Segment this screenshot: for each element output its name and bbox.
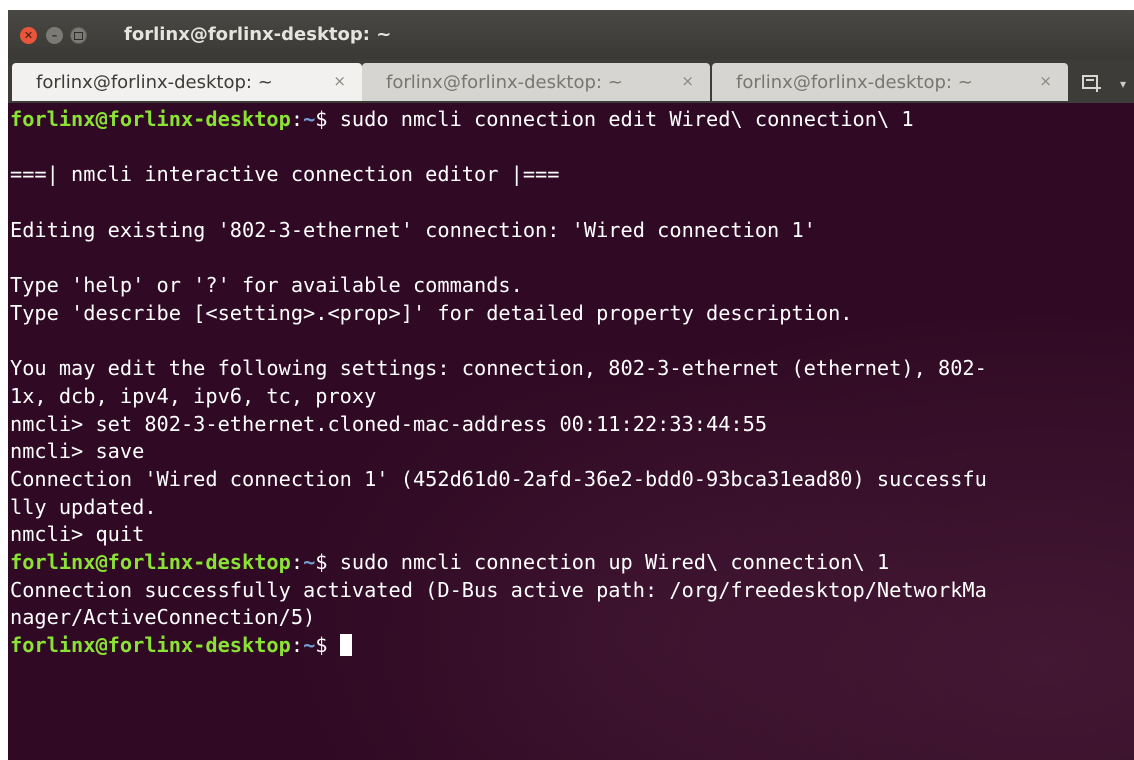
chevron-down-icon: ▾	[1119, 77, 1127, 91]
terminal-line: forlinx@forlinx-desktop:~$	[10, 632, 1132, 660]
output-text: nmcli> set 802-3-ethernet.cloned-mac-add…	[10, 411, 768, 436]
tab-menu-button[interactable]: ▾	[1114, 75, 1132, 93]
prompt-symbol: $	[315, 107, 340, 131]
terminal-line: nmcli> quit	[10, 521, 1132, 549]
tab-bar: forlinx@forlinx-desktop: ~ × forlinx@for…	[8, 59, 1134, 103]
prompt-separator: :	[290, 107, 304, 131]
terminal-line: Connection 'Wired connection 1' (452d61d…	[10, 466, 1132, 494]
prompt-user: forlinx@forlinx-desktop	[10, 633, 291, 658]
terminal-window: ✕ – forlinx@forlinx-desktop: ~ forlinx@f…	[8, 10, 1134, 760]
terminal-line: Type 'describe [<setting>.<prop>]' for d…	[10, 300, 1132, 328]
output-text: Connection 'Wired connection 1' (452d61d…	[10, 466, 987, 491]
command-text: sudo nmcli connection edit Wired\ connec…	[339, 107, 914, 131]
output-text: nager/ActiveConnection/5)	[10, 605, 316, 630]
output-text: Type 'help' or '?' for available command…	[10, 273, 523, 298]
prompt-path: ~	[303, 633, 316, 658]
prompt-path: ~	[303, 107, 316, 131]
output-text: You may edit the following settings: con…	[10, 356, 987, 381]
prompt-separator: :	[290, 550, 304, 574]
terminal-line: Type 'help' or '?' for available command…	[10, 272, 1132, 300]
close-window-button[interactable]: ✕	[20, 27, 37, 44]
tab-3[interactable]: forlinx@forlinx-desktop: ~ ×	[712, 63, 1068, 101]
prompt-separator: :	[290, 633, 304, 658]
minimize-window-button[interactable]: –	[46, 27, 63, 44]
terminal-line: forlinx@forlinx-desktop:~$ sudo nmcli co…	[10, 106, 1132, 134]
output-text: Connection successfully activated (D-Bus…	[10, 577, 987, 602]
prompt-path: ~	[303, 550, 316, 574]
output-text: nmcli> save	[10, 439, 145, 464]
tab-2-close-icon[interactable]: ×	[681, 72, 694, 90]
output-text: lly updated.	[10, 494, 157, 519]
new-tab-icon	[1082, 75, 1101, 92]
terminal-line: Connection successfully activated (D-Bus…	[10, 577, 1132, 605]
new-tab-button[interactable]	[1078, 69, 1106, 97]
maximize-icon	[74, 31, 83, 40]
prompt-user: forlinx@forlinx-desktop	[10, 107, 291, 131]
terminal-line: nmcli> save	[10, 438, 1132, 466]
tab-2[interactable]: forlinx@forlinx-desktop: ~ ×	[362, 63, 710, 101]
terminal-line: nmcli> set 802-3-ethernet.cloned-mac-add…	[10, 411, 1132, 439]
close-icon: ✕	[23, 29, 34, 42]
terminal-line: nager/ActiveConnection/5)	[10, 604, 1132, 632]
terminal-line: ===| nmcli interactive connection editor…	[10, 161, 1132, 189]
terminal-cursor	[339, 634, 352, 657]
output-text: 1x, dcb, ipv4, ipv6, tc, proxy	[10, 383, 377, 408]
terminal-output: forlinx@forlinx-desktop:~$ sudo nmcli co…	[10, 106, 1132, 660]
command-text: sudo nmcli connection up Wired\ connecti…	[339, 550, 890, 574]
output-text: Type 'describe [<setting>.<prop>]' for d…	[10, 300, 853, 325]
tab-3-close-icon[interactable]: ×	[1039, 72, 1052, 90]
prompt-user: forlinx@forlinx-desktop	[10, 550, 291, 574]
tab-1-label: forlinx@forlinx-desktop: ~	[36, 71, 273, 93]
prompt-symbol: $	[315, 550, 340, 574]
minimize-icon: –	[51, 29, 58, 42]
tab-2-label: forlinx@forlinx-desktop: ~	[386, 71, 623, 93]
output-text: Editing existing '802-3-ethernet' connec…	[10, 217, 816, 242]
terminal-line: lly updated.	[10, 494, 1132, 522]
tab-3-label: forlinx@forlinx-desktop: ~	[736, 71, 973, 93]
prompt-symbol: $	[315, 633, 340, 658]
terminal-area[interactable]: forlinx@forlinx-desktop:~$ sudo nmcli co…	[8, 103, 1134, 760]
title-bar[interactable]: ✕ – forlinx@forlinx-desktop: ~	[8, 10, 1134, 59]
tab-1-close-icon[interactable]: ×	[333, 72, 346, 90]
terminal-line: Editing existing '802-3-ethernet' connec…	[10, 217, 1132, 245]
terminal-line: You may edit the following settings: con…	[10, 355, 1132, 383]
output-text: ===| nmcli interactive connection editor…	[10, 162, 560, 187]
tab-1[interactable]: forlinx@forlinx-desktop: ~ ×	[12, 63, 362, 101]
terminal-line: forlinx@forlinx-desktop:~$ sudo nmcli co…	[10, 549, 1132, 577]
terminal-line: 1x, dcb, ipv4, ipv6, tc, proxy	[10, 383, 1132, 411]
output-text: nmcli> quit	[10, 522, 145, 547]
maximize-window-button[interactable]	[70, 27, 87, 44]
window-title: forlinx@forlinx-desktop: ~	[124, 24, 392, 45]
